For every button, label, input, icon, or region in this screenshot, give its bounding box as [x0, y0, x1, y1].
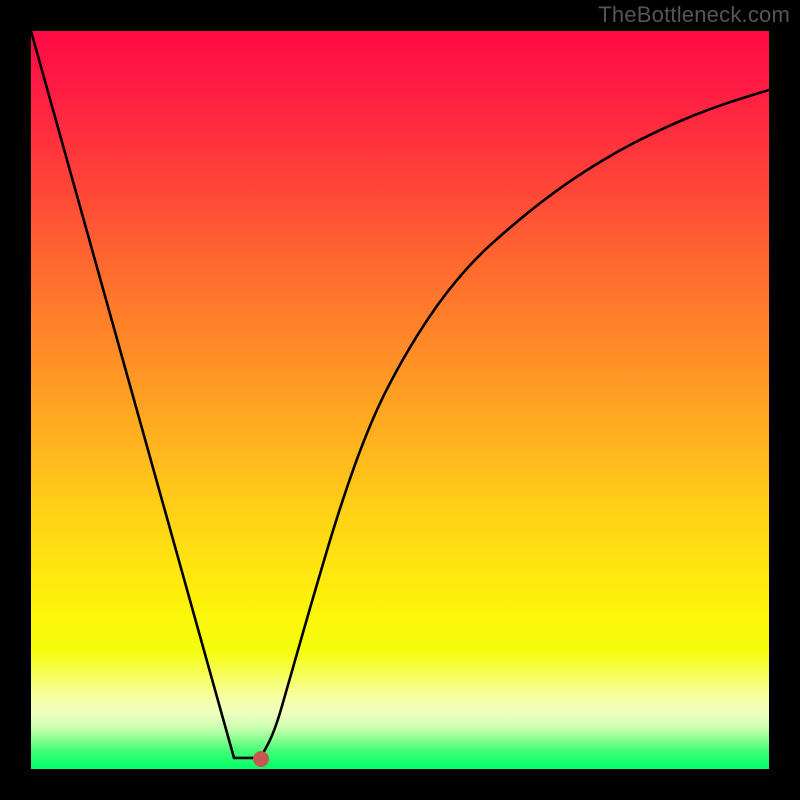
plot-area	[31, 31, 769, 769]
chart-frame: TheBottleneck.com	[0, 0, 800, 800]
bottleneck-curve	[31, 31, 769, 769]
attribution-text: TheBottleneck.com	[598, 2, 790, 28]
optimal-point-dot	[253, 751, 269, 767]
